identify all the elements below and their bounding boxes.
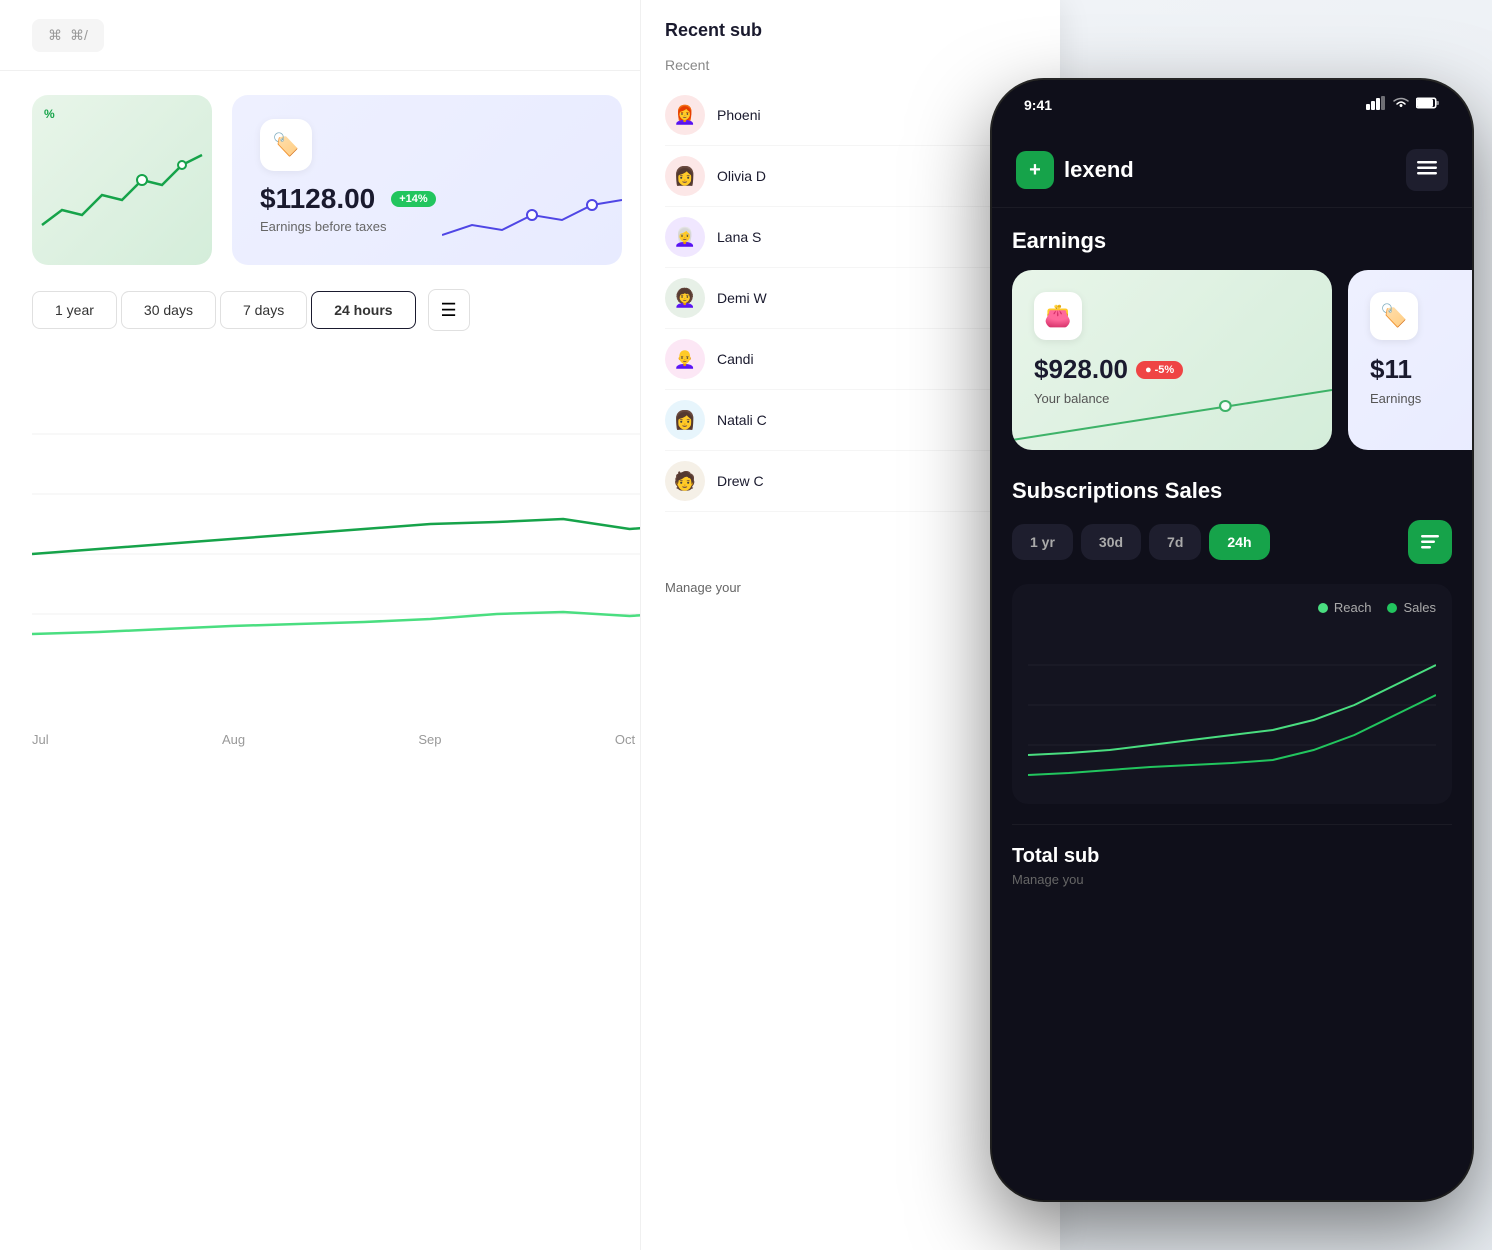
subscriber-name-0: Phoeni [717, 107, 761, 123]
subscriptions-section-title: Subscriptions Sales [1012, 478, 1452, 504]
x-axis-oct: Oct [615, 732, 635, 747]
app-logo: + lexend [1016, 151, 1134, 189]
earnings-before-taxes-card: 🏷️ $1128.00 +14% Earnings before taxes [232, 95, 622, 265]
phone-earnings-cards: 👛 $928.00 ● -5% Your balance [1012, 270, 1452, 450]
filter-lines-icon [1421, 535, 1439, 549]
earnings-before-label: Earnings [1370, 391, 1472, 406]
phone-screen: 9:41 [992, 80, 1472, 1200]
search-shortcut: ⌘/ [70, 27, 88, 44]
list-item: 👩‍🦲 Candi [665, 329, 1036, 390]
phone-filter-bar: 1 yr 30d 7d 24h [1012, 520, 1452, 564]
status-icons [1366, 96, 1440, 113]
earnings-value: $11 [1370, 354, 1412, 385]
phone-sales-label: Sales [1403, 600, 1436, 615]
earnings-amount-row: $11 [1370, 354, 1472, 385]
x-axis-jul: Jul [32, 732, 49, 747]
x-axis-aug: Aug [222, 732, 245, 747]
filter-1year[interactable]: 1 year [32, 291, 117, 329]
filter-7days[interactable]: 7 days [220, 291, 307, 329]
mini-chart-reach [32, 95, 212, 265]
discount-icon: 🏷️ [260, 119, 312, 171]
recent-section-label: Recent [665, 57, 1036, 73]
reach-chart-card: % [32, 95, 212, 265]
phone-filter-7d[interactable]: 7d [1149, 524, 1201, 560]
filter-30days[interactable]: 30 days [121, 291, 216, 329]
phone-content: Earnings 👛 $928.00 ● -5% Your balance [992, 208, 1472, 1198]
subscriber-avatar-0: 👩‍🦰 [665, 95, 705, 135]
list-item: 👩‍🦱 Demi W [665, 268, 1036, 329]
earnings-badge: +14% [391, 191, 435, 207]
subscriber-name-5: Natali C [717, 412, 767, 428]
phone-status-bar: 9:41 [992, 80, 1472, 121]
list-item: 👩‍🦳 Lana S [665, 207, 1036, 268]
recent-sub-title: Recent sub [665, 20, 1036, 41]
total-sub-section: Total sub Manage your [665, 532, 1036, 595]
earnings-section-title: Earnings [1012, 228, 1452, 254]
phone-sales-dot [1387, 603, 1397, 613]
x-axis-sep: Sep [418, 732, 441, 747]
subscribers-list: 👩‍🦰 Phoeni 👩 Olivia D 👩‍🦳 Lana S 👩‍🦱 Dem… [665, 85, 1036, 512]
balance-mini-chart [1012, 370, 1332, 450]
phone-legend-sales: Sales [1387, 600, 1436, 615]
filter-options-button[interactable]: ☰ [428, 289, 470, 331]
subscriber-avatar-6: 🧑 [665, 461, 705, 501]
phone-chart-legend: Reach Sales [1028, 600, 1436, 615]
phone-filter-30d[interactable]: 30d [1081, 524, 1141, 560]
battery-icon [1416, 97, 1440, 112]
phone-earnings-card: 🏷️ $11 Earnings [1348, 270, 1472, 450]
earnings-mini-chart [442, 185, 622, 245]
mobile-phone: 9:41 [992, 80, 1472, 1200]
subscriber-avatar-1: 👩 [665, 156, 705, 196]
phone-reach-dot [1318, 603, 1328, 613]
app-name: lexend [1064, 157, 1134, 183]
subscriber-name-4: Candi [717, 351, 754, 367]
subscriber-avatar-2: 👩‍🦳 [665, 217, 705, 257]
search-icon: ⌘ [48, 27, 62, 44]
phone-total-sub-desc: Manage you [1012, 872, 1452, 887]
list-item: 👩 Natali C [665, 390, 1036, 451]
earnings-amount: $1128.00 [260, 183, 375, 215]
app-logo-icon: + [1016, 151, 1054, 189]
phone-total-sub-title: Total sub [1012, 845, 1452, 868]
phone-legend-reach: Reach [1318, 600, 1372, 615]
phone-balance-card: 👛 $928.00 ● -5% Your balance [1012, 270, 1332, 450]
phone-navbar: + lexend [992, 141, 1472, 208]
phone-total-sub-section: Total sub Manage you [1012, 824, 1452, 887]
total-sub-desc: Manage your [665, 580, 1036, 595]
list-item: 👩 Olivia D [665, 146, 1036, 207]
subscriber-name-2: Lana S [717, 229, 761, 245]
filter-24hours[interactable]: 24 hours [311, 291, 415, 329]
hamburger-menu-button[interactable] [1406, 149, 1448, 191]
phone-chart-area: Reach Sales [1012, 584, 1452, 804]
notch-spacer [992, 121, 1472, 141]
subscriber-name-3: Demi W [717, 290, 767, 306]
subscriber-avatar-4: 👩‍🦲 [665, 339, 705, 379]
subscriber-name-1: Olivia D [717, 168, 766, 184]
phone-reach-label: Reach [1334, 600, 1372, 615]
tag-icon: 🏷️ [1370, 292, 1418, 340]
percentage-label: % [44, 107, 55, 121]
phone-filter-options-button[interactable] [1408, 520, 1452, 564]
phone-filter-1yr[interactable]: 1 yr [1012, 524, 1073, 560]
total-sub-title: Total sub [665, 553, 1036, 576]
subscriber-avatar-5: 👩 [665, 400, 705, 440]
subscriber-avatar-3: 👩‍🦱 [665, 278, 705, 318]
hamburger-icon [1417, 161, 1437, 180]
phone-filter-24h[interactable]: 24h [1209, 524, 1269, 560]
phone-subscriptions-chart [1028, 625, 1436, 785]
wallet-icon: 👛 [1034, 292, 1082, 340]
subscriber-name-6: Drew C [717, 473, 764, 489]
list-item: 🧑 Drew C [665, 451, 1036, 512]
filter-icon: ☰ [441, 300, 457, 321]
search-bar[interactable]: ⌘ ⌘/ [32, 19, 104, 52]
phone-time: 9:41 [1024, 97, 1052, 113]
list-item: 👩‍🦰 Phoeni [665, 85, 1036, 146]
signal-bars-icon [1366, 96, 1386, 113]
wifi-icon [1392, 96, 1410, 113]
